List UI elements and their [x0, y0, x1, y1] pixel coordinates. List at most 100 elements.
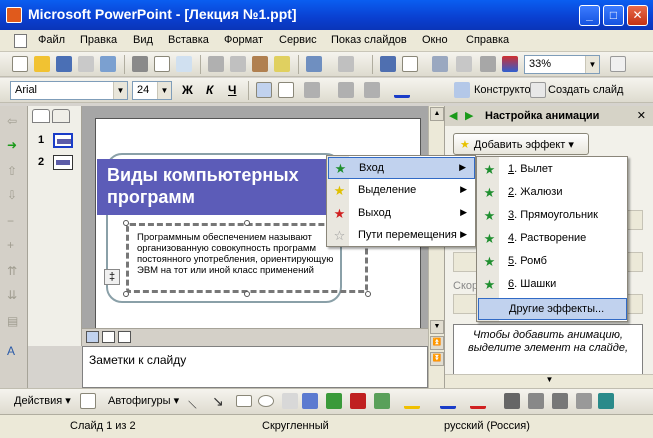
paste-icon[interactable] [252, 56, 268, 72]
font-color-icon[interactable] [470, 393, 486, 409]
normal-view-icon[interactable] [86, 331, 99, 343]
tab-outline[interactable] [32, 109, 50, 123]
format-painter-icon[interactable] [274, 56, 290, 72]
arrow-style-icon[interactable] [552, 393, 568, 409]
collapse-all-icon[interactable]: ⇈ [7, 264, 17, 278]
vertical-scrollbar[interactable]: ▲ ▼ ⏫ ⏬ [428, 106, 444, 388]
shadow-icon[interactable] [576, 393, 592, 409]
print-icon[interactable] [132, 56, 148, 72]
effect-fly-in[interactable]: ★ 1. Вылет [478, 159, 627, 181]
resize-handle[interactable] [123, 220, 129, 226]
help-icon[interactable] [610, 56, 626, 72]
arrow-left-icon[interactable]: ⇦ [7, 114, 17, 128]
effect-blinds[interactable]: ★ 2. Жалюзи [478, 182, 627, 204]
effect-diamond[interactable]: ★ 5. Ромб [478, 251, 627, 273]
menu-tools[interactable]: Сервис [279, 34, 317, 46]
undo-icon[interactable] [306, 56, 322, 72]
slide-title[interactable]: Виды компьютерных программ [97, 159, 329, 215]
slide-thumbnail-1[interactable] [53, 133, 73, 148]
effect-box[interactable]: ★ 3. Прямоугольник [478, 205, 627, 227]
add-effect-button[interactable]: ★ Добавить эффект ▾ [453, 133, 589, 155]
numbering-icon[interactable] [304, 82, 320, 98]
arrow-icon[interactable]: ↘ [212, 393, 228, 409]
align-center-icon[interactable] [278, 82, 294, 98]
menu-item-motion-paths[interactable]: ☆ Пути перемещения ▶ [328, 225, 475, 247]
open-folder-icon[interactable] [34, 56, 50, 72]
collapse-icon[interactable]: − [7, 214, 14, 228]
more-effects-item[interactable]: Другие эффекты... [478, 298, 627, 320]
taskpane-close-icon[interactable]: ✕ [637, 109, 646, 122]
document-icon[interactable] [14, 34, 27, 48]
forward-icon[interactable]: ▶ [465, 109, 473, 122]
menu-file[interactable]: Файл [38, 34, 65, 46]
menu-format[interactable]: Формат [224, 34, 263, 46]
line-style-icon[interactable] [504, 393, 520, 409]
resize-handle[interactable] [244, 291, 250, 297]
permission-icon[interactable] [78, 56, 94, 72]
tab-slides[interactable] [52, 109, 70, 123]
diagram-icon[interactable] [326, 393, 342, 409]
rectangle-icon[interactable] [236, 395, 252, 407]
animation-list[interactable]: Чтобы добавить анимацию, выделите элемен… [453, 324, 643, 376]
new-slide-button[interactable]: Создать слайд [548, 81, 623, 100]
font-grow-icon[interactable] [338, 82, 354, 98]
menu-window[interactable]: Окно [422, 34, 448, 46]
slideshow-view-icon[interactable] [118, 331, 131, 343]
underline-button[interactable]: Ч [228, 81, 236, 100]
menu-item-entrance[interactable]: ★ Вход ▶ [328, 157, 475, 179]
italic-button[interactable]: К [206, 81, 213, 100]
slide-sorter-icon[interactable] [102, 331, 115, 343]
designer-button[interactable]: Конструктор [474, 81, 537, 100]
maximize-button[interactable]: □ [603, 5, 624, 26]
resize-handle[interactable] [123, 291, 129, 297]
cut-icon[interactable] [208, 56, 224, 72]
taskpane-scroll-down-icon[interactable]: ▼ [445, 374, 653, 388]
align-left-icon[interactable] [256, 82, 272, 98]
redo-icon[interactable] [338, 56, 354, 72]
line-icon[interactable] [188, 393, 204, 409]
3d-icon[interactable] [598, 393, 614, 409]
email-icon[interactable] [100, 56, 116, 72]
new-slide-icon[interactable] [530, 82, 546, 98]
resize-handle[interactable] [365, 291, 371, 297]
actions-menu[interactable]: Действия ▾ [14, 392, 71, 411]
color-grayscale-icon[interactable] [502, 56, 518, 72]
show-formatting-icon[interactable] [456, 56, 472, 72]
picture-icon[interactable] [374, 393, 390, 409]
clipart-icon[interactable] [350, 393, 366, 409]
menu-view[interactable]: Вид [133, 34, 153, 46]
menu-item-emphasis[interactable]: ★ Выделение ▶ [328, 180, 475, 202]
autoshapes-menu[interactable]: Автофигуры ▾ [108, 392, 179, 411]
autofit-options-icon[interactable]: ‡ [104, 269, 120, 285]
minimize-button[interactable]: _ [579, 5, 600, 26]
arrow-right-icon[interactable]: ➜ [7, 138, 17, 152]
print-preview-icon[interactable] [154, 56, 170, 72]
oval-icon[interactable] [258, 395, 274, 407]
expand-all-icon[interactable]: ⇊ [7, 288, 17, 302]
slide-thumbnail-2[interactable] [53, 155, 73, 170]
new-document-icon[interactable] [12, 56, 28, 72]
effect-dissolve[interactable]: ★ 4. Растворение [478, 228, 627, 250]
show-formatting-icon[interactable]: A [7, 344, 15, 358]
indent-icon[interactable] [364, 82, 380, 98]
copy-icon[interactable] [230, 56, 246, 72]
font-color-icon[interactable] [394, 82, 410, 98]
scroll-down-icon[interactable]: ▼ [430, 320, 444, 334]
previous-slide-icon[interactable]: ⏫ [430, 336, 444, 350]
font-size-select[interactable]: 24 ▼ [132, 81, 172, 100]
resize-handle[interactable] [244, 220, 250, 226]
designer-icon[interactable] [454, 82, 470, 98]
insert-table-icon[interactable] [402, 56, 418, 72]
menu-item-exit[interactable]: ★ Выход ▶ [328, 203, 475, 225]
expand-all-icon[interactable] [432, 56, 448, 72]
spelling-icon[interactable] [176, 56, 192, 72]
summary-slide-icon[interactable]: ▤ [7, 314, 18, 328]
insert-chart-icon[interactable] [380, 56, 396, 72]
expand-icon[interactable]: + [7, 238, 14, 252]
font-select[interactable]: Arial ▼ [10, 81, 128, 100]
textbox-icon[interactable] [282, 393, 298, 409]
menu-insert[interactable]: Вставка [168, 34, 209, 46]
notes-pane[interactable]: Заметки к слайду [82, 346, 428, 388]
menu-help[interactable]: Справка [466, 34, 509, 46]
back-icon[interactable]: ◀ [449, 109, 457, 122]
